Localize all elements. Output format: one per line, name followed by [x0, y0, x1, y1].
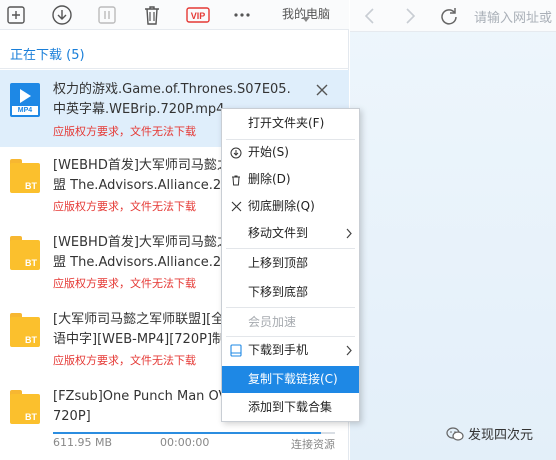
menu-item-start[interactable]: 开始(S) [222, 139, 359, 166]
file-name-line2: 盟 The.Advisors.Alliance.2017 [53, 255, 221, 270]
elapsed-time: 00:00:00 [160, 436, 210, 449]
bt-file-icon: BT [10, 313, 40, 347]
menu-item-delete[interactable]: 删除(D) [222, 166, 359, 193]
new-task-icon[interactable] [6, 3, 26, 27]
menu-item-add-to-collection[interactable]: 添加到下载合集 [222, 394, 359, 421]
menu-separator [226, 307, 355, 308]
menu-item-label: 复制下载链接(C) [248, 372, 338, 386]
file-name-line1: [WEBHD首发]大军师司马懿之 [53, 235, 221, 250]
menu-item-label: 彻底删除(Q) [248, 199, 315, 213]
browser-toolbar: 请输入网址或 [350, 0, 556, 32]
file-name-line2: 720P] [53, 409, 91, 424]
menu-item-open-folder[interactable]: 打开文件夹(F) [222, 110, 359, 137]
download-circle-icon [229, 139, 243, 166]
downloading-section-title[interactable]: 正在下载 (5) [10, 44, 85, 63]
address-input[interactable]: 请输入网址或 [474, 7, 552, 26]
status-text: 应版权方要求，文件无法下载 [53, 125, 196, 138]
menu-item-label: 下载到手机 [248, 343, 309, 357]
chevron-down-icon[interactable] [302, 17, 310, 22]
close-icon [229, 193, 243, 220]
menu-item-download-to-phone[interactable]: 下载到手机 [222, 337, 359, 364]
menu-item-label: 删除(D) [248, 172, 291, 186]
mp4-file-icon: MP4 [10, 83, 40, 117]
download-toolbar: VIP 我的电脑 [0, 0, 349, 30]
more-icon[interactable] [232, 3, 252, 27]
menu-item-label: 开始(S) [248, 145, 289, 159]
svg-text:VIP: VIP [191, 11, 206, 21]
watermark: 发现四次元 [446, 424, 533, 443]
file-name-line1: 权力的游戏.Game.of.Thrones.S07E05. [53, 82, 291, 97]
trash-icon[interactable] [142, 3, 162, 27]
connection-status: 连接资源 [291, 438, 335, 451]
file-name-line1: [FZsub]One Punch Man OVA [53, 389, 221, 404]
start-download-icon[interactable] [51, 3, 73, 27]
browser-panel: 请输入网址或 [350, 0, 556, 460]
watermark-text: 发现四次元 [468, 428, 534, 443]
file-name-line1: [WEBHD首发]大军师司马懿之 [53, 158, 221, 173]
menu-item-copy-link[interactable]: 复制下载链接(C) [222, 366, 359, 393]
vip-icon[interactable]: VIP [186, 3, 210, 27]
menu-item-label: 打开文件夹(F) [248, 116, 325, 130]
menu-item-vip-accelerate[interactable]: 会员加速 [222, 309, 359, 336]
file-name-line2: 中英字幕.WEBrip.720P.mp4 [53, 102, 225, 117]
status-text: 应版权方要求，文件无法下载 [53, 200, 196, 213]
menu-item-move-top[interactable]: 上移到顶部 [222, 250, 359, 277]
divider [0, 68, 349, 69]
menu-item-delete-permanently[interactable]: 彻底删除(Q) [222, 193, 359, 220]
forward-icon[interactable] [402, 4, 418, 28]
menu-item-label: 下移到底部 [248, 285, 309, 299]
menu-item-move-to[interactable]: 移动文件到 [222, 220, 359, 247]
file-size: 611.95 MB [53, 436, 113, 449]
file-name-line1: [大军师司马懿之军师联盟][全 [53, 312, 221, 327]
context-menu: 打开文件夹(F) 开始(S) 删除(D) 彻底删除(Q) 移动文件到 上移到顶部… [221, 108, 360, 422]
menu-item-label: 移动文件到 [248, 226, 309, 240]
menu-separator [226, 248, 355, 249]
status-text: 应版权方要求，文件无法下载 [53, 354, 196, 367]
file-name-line2: 盟 The.Advisors.Alliance.2017 [53, 178, 221, 193]
menu-item-label: 上移到顶部 [248, 256, 309, 270]
bt-file-icon: BT [10, 390, 40, 424]
menu-item-label: 添加到下载合集 [248, 400, 333, 414]
status-text: 应版权方要求，文件无法下载 [53, 277, 196, 290]
progress-bar [53, 432, 335, 434]
phone-icon [229, 337, 243, 364]
trash-icon [229, 166, 243, 193]
menu-item-label: 会员加速 [248, 315, 297, 329]
progress-fill [53, 432, 321, 434]
refresh-icon[interactable] [439, 4, 459, 28]
menu-item-move-bottom[interactable]: 下移到底部 [222, 279, 359, 306]
bt-file-icon: BT [10, 159, 40, 193]
wechat-icon [446, 426, 464, 442]
pause-icon[interactable] [97, 3, 117, 27]
bt-file-icon: BT [10, 236, 40, 270]
close-icon[interactable] [315, 82, 329, 96]
file-name-line2: 语中字][WEB-MP4][720P]制作 [53, 332, 221, 347]
back-icon[interactable] [362, 4, 378, 28]
